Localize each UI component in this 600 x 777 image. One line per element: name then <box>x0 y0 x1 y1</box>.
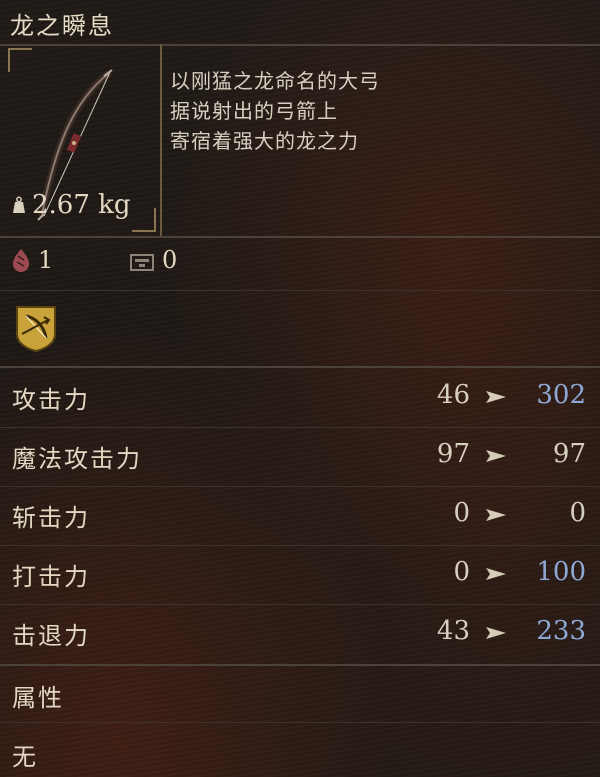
description-line: 寄宿着强大的龙之力 <box>170 129 359 153</box>
weight-display: 2.67 kg <box>10 190 131 220</box>
divider <box>0 290 600 291</box>
requirements-row: 1 0 <box>0 240 600 286</box>
fp-cost: 1 <box>12 246 53 274</box>
divider <box>0 427 600 428</box>
attribute-label: 属性 <box>12 684 64 712</box>
item-info-panel: 龙之瞬息 2.67 kg 以刚猛之龙命名的大弓 据说射出的弓箭上 寄宿着强大的龙… <box>0 0 600 777</box>
divider <box>0 722 600 723</box>
skill-bow-badge-icon <box>16 306 56 352</box>
stat-row-poise-damage: 击退力 43 233 <box>0 606 600 664</box>
divider <box>0 366 600 368</box>
stat-row-strike: 打击力 0 100 <box>0 547 600 605</box>
stat-row-magic-attack: 魔法攻击力 97 97 <box>0 429 600 487</box>
stamina-cost-value: 0 <box>162 246 178 274</box>
divider <box>0 236 600 238</box>
divider <box>0 664 600 666</box>
description-line: 据说射出的弓箭上 <box>170 99 338 123</box>
stat-new-value: 97 <box>552 439 586 469</box>
stat-base-value: 97 <box>436 439 470 469</box>
stat-label: 斩击力 <box>12 504 90 532</box>
stat-base-value: 46 <box>436 380 470 410</box>
stat-base-value: 0 <box>453 498 470 528</box>
arrow-right-icon <box>486 391 506 403</box>
arrow-right-icon <box>486 509 506 521</box>
stat-label: 打击力 <box>12 563 90 591</box>
arrow-right-icon <box>486 568 506 580</box>
stat-row-slash: 斩击力 0 0 <box>0 488 600 546</box>
stat-label: 攻击力 <box>12 386 90 414</box>
stat-row-attack: 攻击力 46 302 <box>0 370 600 428</box>
stat-new-value: 302 <box>536 380 586 410</box>
stat-label: 魔法攻击力 <box>12 445 142 473</box>
stamina-cost: 0 <box>130 246 177 274</box>
stamina-icon <box>130 254 154 271</box>
fp-drop-icon <box>13 249 29 272</box>
stat-new-value: 0 <box>569 498 586 528</box>
arrow-right-icon <box>486 627 506 639</box>
attribute-value: 无 <box>12 743 36 771</box>
divider <box>0 545 600 546</box>
fp-cost-value: 1 <box>38 246 54 274</box>
item-description: 以刚猛之龙命名的大弓 据说射出的弓箭上 寄宿着强大的龙之力 <box>170 66 590 156</box>
weight-icon <box>13 196 25 213</box>
description-line: 以刚猛之龙命名的大弓 <box>170 69 380 93</box>
stat-base-value: 0 <box>453 557 470 587</box>
divider <box>0 604 600 605</box>
divider <box>0 486 600 487</box>
arrow-right-icon <box>486 450 506 462</box>
stat-label: 击退力 <box>12 622 90 650</box>
item-title: 龙之瞬息 <box>10 12 114 40</box>
stat-new-value: 100 <box>536 557 586 587</box>
weight-value: 2.67 kg <box>32 190 131 220</box>
stat-base-value: 43 <box>436 616 470 646</box>
stat-new-value: 233 <box>536 616 586 646</box>
